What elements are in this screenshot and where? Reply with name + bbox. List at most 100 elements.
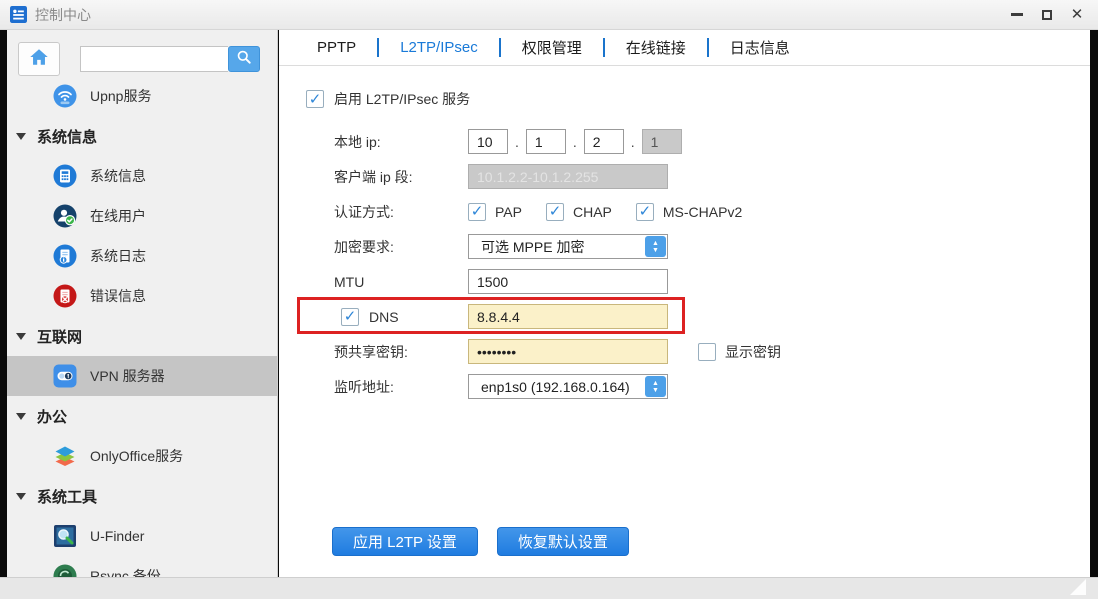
home-icon: [28, 46, 50, 73]
sidebar-item-label: 在线用户: [90, 206, 146, 226]
section-label: 系统信息: [37, 126, 97, 147]
l2tp-form: 本地 ip: . . . 客户端 ip 段: 认证方式: PAP CHAP: [334, 124, 1090, 404]
listen-address-value: enp1s0 (192.168.0.164): [469, 379, 645, 395]
enable-l2tp-label: 启用 L2TP/IPsec 服务: [334, 89, 470, 109]
listen-address-dropdown[interactable]: enp1s0 (192.168.0.164) ▲▼: [468, 374, 668, 399]
spinner-arrows-icon[interactable]: ▲▼: [645, 376, 666, 397]
show-key-group: 显示密钥: [698, 342, 781, 362]
dns-checkbox[interactable]: [341, 308, 359, 326]
tab-l2tp-ipsec[interactable]: L2TP/IPsec: [379, 39, 499, 56]
dns-row: DNS: [334, 299, 1090, 334]
pap-label: PAP: [495, 204, 522, 220]
minimize-button[interactable]: [1010, 8, 1024, 22]
spinner-arrows-icon[interactable]: ▲▼: [645, 236, 666, 257]
sidebar: Upnp服务 系统信息 系统信息 在线用户 系统日志 错误信息 互联网: [7, 30, 278, 577]
dns-input[interactable]: [468, 304, 668, 329]
tab-online-links[interactable]: 在线链接: [605, 37, 707, 58]
sidebar-item-system-info[interactable]: 系统信息: [7, 156, 277, 196]
section-label: 互联网: [37, 326, 82, 347]
error-info-icon: [53, 284, 77, 308]
ip-dot: .: [631, 134, 635, 150]
local-ip-octet-4: [642, 129, 682, 154]
sidebar-item-vpn-server[interactable]: VPN 服务器: [7, 356, 277, 396]
ip-dot: .: [515, 134, 519, 150]
dns-label: DNS: [369, 309, 399, 325]
encryption-value: 可选 MPPE 加密: [469, 237, 645, 257]
sidebar-section-system-tools[interactable]: 系统工具: [7, 476, 277, 516]
maximize-button[interactable]: [1040, 8, 1054, 22]
sidebar-item-upnp[interactable]: Upnp服务: [7, 76, 277, 116]
onlyoffice-icon: [53, 444, 77, 468]
mtu-label: MTU: [334, 274, 468, 290]
close-button[interactable]: ✕: [1070, 8, 1084, 22]
mtu-input[interactable]: [468, 269, 668, 294]
section-label: 办公: [37, 406, 67, 427]
show-key-label: 显示密钥: [725, 342, 781, 362]
sidebar-item-label: Upnp服务: [90, 86, 151, 106]
psk-input[interactable]: [468, 339, 668, 364]
chap-checkbox[interactable]: [546, 203, 564, 221]
system-info-icon: [53, 164, 77, 188]
pap-checkbox[interactable]: [468, 203, 486, 221]
search-button[interactable]: [228, 46, 260, 72]
search-icon: [235, 48, 253, 71]
tab-log-info[interactable]: 日志信息: [709, 37, 811, 58]
upnp-icon: [53, 84, 77, 108]
auth-method-row: 认证方式: PAP CHAP MS-CHAPv2: [334, 194, 1090, 229]
ufinder-icon: [53, 524, 77, 548]
ip-dot: .: [573, 134, 577, 150]
sidebar-section-system-info[interactable]: 系统信息: [7, 116, 277, 156]
tab-pptp[interactable]: PPTP: [296, 39, 377, 56]
listen-address-row: 监听地址: enp1s0 (192.168.0.164) ▲▼: [334, 369, 1090, 404]
search-input[interactable]: [80, 46, 228, 72]
encryption-row: 加密要求: 可选 MPPE 加密 ▲▼: [334, 229, 1090, 264]
action-buttons: 应用 L2TP 设置 恢复默认设置: [332, 527, 629, 556]
client-ip-range-row: 客户端 ip 段:: [334, 159, 1090, 194]
tab-permissions[interactable]: 权限管理: [501, 37, 603, 58]
auth-method-label: 认证方式:: [334, 202, 468, 222]
app-icon: [10, 6, 27, 23]
sidebar-section-internet[interactable]: 互联网: [7, 316, 277, 356]
sidebar-item-label: VPN 服务器: [90, 366, 165, 386]
chap-label: CHAP: [573, 204, 612, 220]
main-panel: PPTP L2TP/IPsec 权限管理 在线链接 日志信息 启用 L2TP/I…: [279, 30, 1090, 577]
encryption-label: 加密要求:: [334, 237, 468, 257]
local-ip-row: 本地 ip: . . .: [334, 124, 1090, 159]
chevron-down-icon: [16, 133, 26, 140]
pap-group: PAP: [468, 203, 522, 221]
listen-address-label: 监听地址:: [334, 377, 468, 397]
mschapv2-label: MS-CHAPv2: [663, 204, 742, 220]
enable-l2tp-checkbox[interactable]: [306, 90, 324, 108]
mtu-row: MTU: [334, 264, 1090, 299]
local-ip-octet-2[interactable]: [526, 129, 566, 154]
title-bar: 控制中心 ✕: [0, 0, 1098, 30]
sidebar-item-system-log[interactable]: 系统日志: [7, 236, 277, 276]
dns-label-cell: DNS: [334, 308, 468, 326]
sidebar-item-rsync-backup[interactable]: Rsync 备份: [7, 556, 277, 577]
chap-group: CHAP: [546, 203, 612, 221]
sidebar-item-online-users[interactable]: 在线用户: [7, 196, 277, 236]
sidebar-item-label: 系统信息: [90, 166, 146, 186]
sidebar-section-office[interactable]: 办公: [7, 396, 277, 436]
sidebar-item-onlyoffice[interactable]: OnlyOffice服务: [7, 436, 277, 476]
apply-l2tp-button[interactable]: 应用 L2TP 设置: [332, 527, 478, 556]
sidebar-item-label: 错误信息: [90, 286, 146, 306]
sidebar-item-error-info[interactable]: 错误信息: [7, 276, 277, 316]
status-bar: [0, 577, 1098, 599]
restore-defaults-button[interactable]: 恢复默认设置: [497, 527, 629, 556]
resize-grip-icon[interactable]: [1070, 579, 1086, 595]
system-log-icon: [53, 244, 77, 268]
sidebar-item-label: U-Finder: [90, 528, 144, 544]
local-ip-octet-3[interactable]: [584, 129, 624, 154]
tab-bar: PPTP L2TP/IPsec 权限管理 在线链接 日志信息: [279, 30, 1090, 66]
local-ip-octet-1[interactable]: [468, 129, 508, 154]
mschapv2-group: MS-CHAPv2: [636, 203, 742, 221]
home-button[interactable]: [18, 42, 60, 76]
sidebar-item-ufinder[interactable]: U-Finder: [7, 516, 277, 556]
enable-l2tp-row: 启用 L2TP/IPsec 服务: [306, 86, 1090, 112]
sidebar-item-label: OnlyOffice服务: [90, 446, 183, 466]
encryption-dropdown[interactable]: 可选 MPPE 加密 ▲▼: [468, 234, 668, 259]
psk-row: 预共享密钥: 显示密钥: [334, 334, 1090, 369]
show-key-checkbox[interactable]: [698, 343, 716, 361]
mschapv2-checkbox[interactable]: [636, 203, 654, 221]
